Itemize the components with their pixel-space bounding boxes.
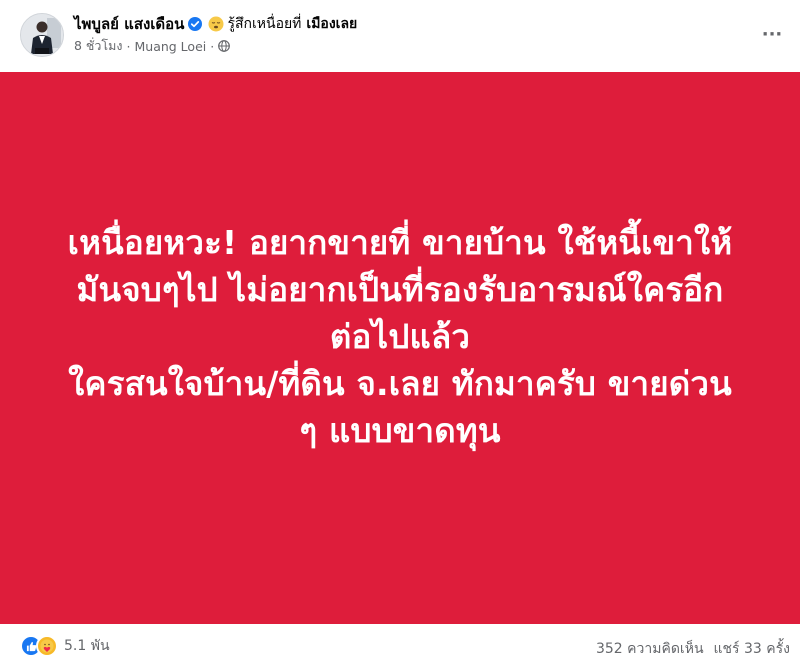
post-title-line: ไพบูลย์ แสงเดือน รู้สึกเหนื่อยที่ เมืองเ…	[74, 13, 357, 35]
post-header: ไพบูลย์ แสงเดือน รู้สึกเหนื่อยที่ เมืองเ…	[0, 0, 800, 72]
meta-separator: ·	[210, 38, 215, 54]
post-message-line: ต่อไปแล้ว	[329, 316, 471, 356]
comments-count-link[interactable]: 352 ความคิดเห็น	[596, 638, 704, 658]
post-text-card: เหนื่อยหวะ! อยากขายที่ ขายบ้าน ใช้หนี้เข…	[0, 72, 800, 624]
post-message: เหนื่อยหวะ! อยากขายที่ ขายบ้าน ใช้หนี้เข…	[30, 219, 770, 454]
reaction-count: 5.1 พัน	[64, 638, 110, 654]
tired-face-emoji-icon	[208, 16, 224, 32]
post-message-line: เหนื่อยหวะ! อยากขายที่ ขายบ้าน ใช้หนี้เข…	[67, 222, 733, 262]
post-location[interactable]: Muang Loei	[134, 39, 206, 54]
author-name[interactable]: ไพบูลย์ แสงเดือน	[74, 12, 184, 36]
more-options-icon[interactable]: ···	[758, 20, 786, 48]
post-time[interactable]: 8 ชั่วโมง	[74, 36, 123, 56]
post-message-line: มันจบๆไป ไม่อยากเป็นที่รองรับอารมณ์ใครอี…	[76, 269, 724, 309]
meta-separator: ·	[126, 38, 131, 54]
avatar-photo	[21, 14, 63, 56]
feeling-text: รู้สึกเหนื่อยที่	[227, 16, 302, 32]
feeling-place-link[interactable]: เมืองเลย	[306, 13, 357, 35]
care-icon	[36, 635, 58, 657]
post-message-line: ใครสนใจบ้าน/ที่ดิน จ.เลย ทักมาครับ ขายด่…	[68, 363, 732, 403]
post-meta: 8 ชั่วโมง · Muang Loei ·	[74, 36, 231, 56]
author-avatar[interactable]	[20, 13, 64, 57]
post-message-line: ๆ แบบขาดทุน	[299, 410, 501, 450]
post-stats: 352 ความคิดเห็น แชร์ 33 ครั้ง	[596, 638, 790, 658]
post-footer: 5.1 พัน 352 ความคิดเห็น แชร์ 33 ครั้ง	[0, 628, 800, 658]
facebook-post: ไพบูลย์ แสงเดือน รู้สึกเหนื่อยที่ เมืองเ…	[0, 0, 800, 658]
reactions-summary[interactable]: 5.1 พัน	[20, 635, 110, 657]
verified-badge-icon	[188, 17, 203, 31]
shares-count-link[interactable]: แชร์ 33 ครั้ง	[714, 638, 790, 658]
globe-icon[interactable]	[218, 40, 231, 52]
